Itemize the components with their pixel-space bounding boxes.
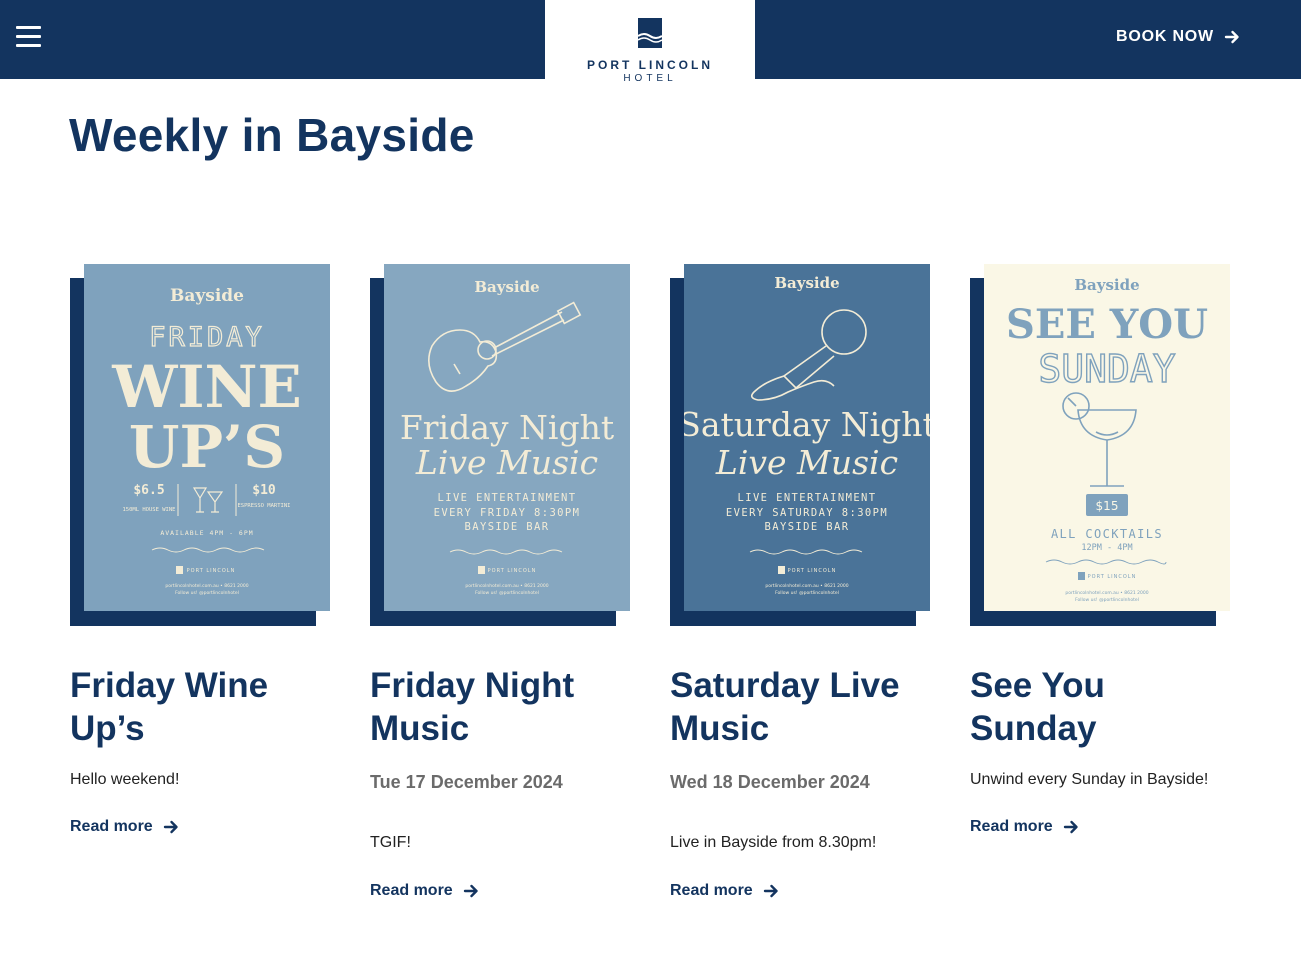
svg-text:portlincolnhotel.com.au • 8621: portlincolnhotel.com.au • 8621 2000 — [1065, 590, 1148, 596]
read-more-link[interactable]: Read more — [70, 818, 179, 836]
arrow-right-icon — [163, 819, 179, 835]
svg-text:EVERY FRIDAY 8:30PM: EVERY FRIDAY 8:30PM — [434, 507, 581, 519]
svg-text:Follow us! @portlincolnhotel: Follow us! @portlincolnhotel — [1075, 597, 1139, 603]
book-now-button[interactable]: BOOK NOW — [1116, 28, 1240, 46]
arrow-right-icon — [463, 883, 479, 899]
svg-text:PORT LINCOLN: PORT LINCOLN — [788, 568, 837, 574]
card-title[interactable]: Friday Night Music — [370, 664, 630, 750]
svg-text:Friday Night: Friday Night — [400, 408, 614, 447]
svg-text:PORT LINCOLN: PORT LINCOLN — [1088, 574, 1137, 580]
logo-subtitle: HOTEL — [623, 73, 677, 84]
svg-text:EVERY SATURDAY 8:30PM: EVERY SATURDAY 8:30PM — [726, 507, 888, 519]
arrow-right-icon — [1224, 30, 1239, 44]
svg-text:150ML HOUSE WINE: 150ML HOUSE WINE — [123, 507, 176, 513]
site-logo[interactable]: PORT LINCOLN HOTEL — [545, 0, 755, 84]
svg-text:Follow us! @portlincolnhotel: Follow us! @portlincolnhotel — [175, 590, 239, 596]
read-more-label: Read more — [970, 818, 1053, 835]
svg-text:AVAILABLE 4PM - 6PM: AVAILABLE 4PM - 6PM — [160, 529, 253, 537]
svg-text:ALL COCKTAILS: ALL COCKTAILS — [1051, 527, 1163, 541]
book-now-label: BOOK NOW — [1116, 28, 1214, 45]
svg-text:Saturday Night: Saturday Night — [684, 405, 930, 444]
card-description: Hello weekend! — [70, 771, 180, 788]
hamburger-menu-icon[interactable] — [16, 26, 42, 48]
svg-text:Bayside: Bayside — [1074, 276, 1139, 294]
card-title[interactable]: Saturday Live Music — [670, 664, 930, 750]
event-poster-image: Bayside Saturday Night Live Music LIVE E… — [684, 264, 930, 611]
svg-text:LIVE ENTERTAINMENT: LIVE ENTERTAINMENT — [438, 492, 577, 504]
event-poster-image: Bayside SEE YOU SUNDAY $15 ALL COCKTAILS… — [984, 264, 1230, 611]
svg-text:BAYSIDE BAR: BAYSIDE BAR — [765, 521, 850, 533]
event-poster-image: Bayside FRIDAY WINE UP’S $6.5 150ML HOUS… — [84, 264, 330, 611]
svg-text:Live Music: Live Music — [715, 443, 898, 482]
svg-text:Bayside: Bayside — [170, 286, 244, 306]
card-description: Live in Bayside from 8.30pm! — [670, 834, 877, 851]
event-card-friday-wine: Bayside FRIDAY WINE UP’S $6.5 150ML HOUS… — [70, 264, 330, 835]
event-poster-image: Bayside Friday Night Live Music LIVE ENT… — [384, 264, 630, 611]
read-more-link[interactable]: Read more — [670, 882, 779, 900]
svg-text:Live Music: Live Music — [415, 443, 598, 482]
svg-text:$10: $10 — [252, 483, 276, 498]
poster-frame[interactable]: Bayside FRIDAY WINE UP’S $6.5 150ML HOUS… — [70, 264, 330, 626]
event-card-saturday-live-music: Bayside Saturday Night Live Music LIVE E… — [670, 264, 930, 899]
card-description: Unwind every Sunday in Bayside! — [970, 771, 1209, 788]
port-lincoln-logo-icon — [638, 18, 662, 48]
svg-text:UP’S: UP’S — [129, 413, 285, 481]
svg-text:Bayside: Bayside — [474, 278, 539, 296]
event-card-see-you-sunday: Bayside SEE YOU SUNDAY $15 ALL COCKTAILS… — [970, 264, 1230, 835]
card-title[interactable]: See You Sunday — [970, 664, 1230, 750]
arrow-right-icon — [1063, 819, 1079, 835]
event-date: Tue 17 December 2024 — [370, 772, 563, 792]
svg-text:$6.5: $6.5 — [133, 483, 164, 498]
card-title[interactable]: Friday Wine Up’s — [70, 664, 330, 750]
poster-frame[interactable]: Bayside Friday Night Live Music LIVE ENT… — [370, 264, 630, 626]
event-date: Wed 18 December 2024 — [670, 772, 870, 792]
read-more-label: Read more — [70, 818, 153, 835]
read-more-link[interactable]: Read more — [970, 818, 1079, 836]
svg-text:SEE YOU: SEE YOU — [1006, 301, 1208, 348]
svg-text:PORT LINCOLN: PORT LINCOLN — [187, 568, 236, 574]
svg-text:LIVE ENTERTAINMENT: LIVE ENTERTAINMENT — [738, 492, 877, 504]
page-title: Weekly in Bayside — [69, 109, 475, 161]
event-card-friday-night-music: Bayside Friday Night Live Music LIVE ENT… — [370, 264, 630, 899]
logo-name: PORT LINCOLN — [587, 58, 713, 72]
read-more-label: Read more — [670, 882, 753, 899]
svg-text:FRIDAY: FRIDAY — [149, 322, 265, 353]
svg-text:BAYSIDE BAR: BAYSIDE BAR — [465, 521, 550, 533]
arrow-right-icon — [763, 883, 779, 899]
svg-text:ESPRESSO MARTINI: ESPRESSO MARTINI — [238, 503, 291, 509]
svg-text:WINE: WINE — [111, 353, 302, 421]
card-description: TGIF! — [370, 834, 411, 851]
poster-frame[interactable]: Bayside Saturday Night Live Music LIVE E… — [670, 264, 930, 626]
top-navigation-bar: PORT LINCOLN HOTEL BOOK NOW — [0, 0, 1301, 84]
svg-text:$15: $15 — [1096, 499, 1119, 513]
svg-text:PORT LINCOLN: PORT LINCOLN — [488, 568, 537, 574]
svg-text:Follow us! @portlincolnhotel: Follow us! @portlincolnhotel — [475, 590, 539, 596]
svg-text:Bayside: Bayside — [774, 274, 839, 292]
poster-frame[interactable]: Bayside SEE YOU SUNDAY $15 ALL COCKTAILS… — [970, 264, 1230, 626]
svg-text:Follow us! @portlincolnhotel: Follow us! @portlincolnhotel — [775, 590, 839, 596]
svg-text:portlincolnhotel.com.au • 8621: portlincolnhotel.com.au • 8621 2000 — [465, 583, 548, 589]
svg-text:12PM - 4PM: 12PM - 4PM — [1081, 543, 1132, 553]
read-more-label: Read more — [370, 882, 453, 899]
svg-text:portlincolnhotel.com.au • 8621: portlincolnhotel.com.au • 8621 2000 — [765, 583, 848, 589]
read-more-link[interactable]: Read more — [370, 882, 479, 900]
svg-text:SUNDAY: SUNDAY — [1038, 347, 1175, 391]
svg-text:portlincolnhotel.com.au • 8621: portlincolnhotel.com.au • 8621 2000 — [165, 583, 248, 589]
